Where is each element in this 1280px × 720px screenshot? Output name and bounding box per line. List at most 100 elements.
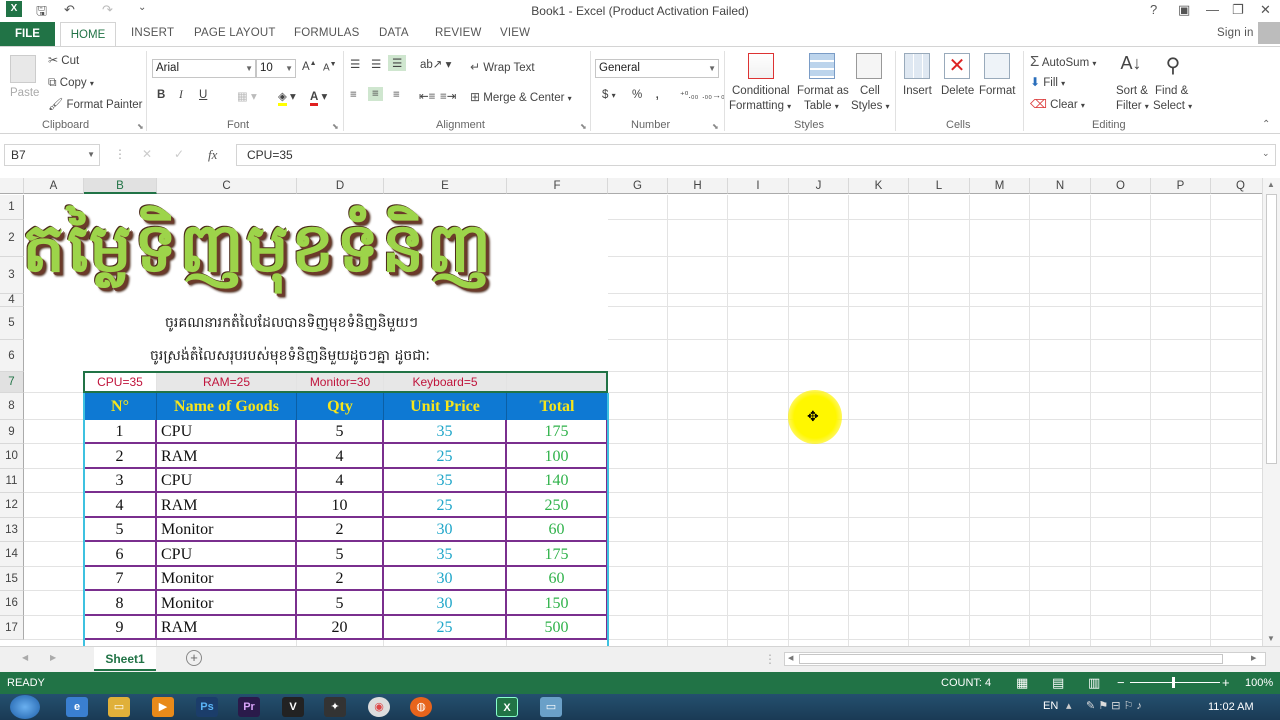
- collapse-ribbon-icon[interactable]: ⌃: [1262, 119, 1270, 130]
- formula-bar-handle-icon[interactable]: ⋮: [114, 147, 126, 161]
- column-header-q[interactable]: Q: [1211, 178, 1262, 194]
- tray-arrow-icon[interactable]: ▴: [1066, 699, 1072, 712]
- decrease-font-icon[interactable]: A▼: [323, 61, 337, 73]
- app-v-icon[interactable]: V: [282, 697, 304, 717]
- conditional-formatting-button-line2[interactable]: Formatting ▾: [729, 100, 791, 112]
- media-player-icon[interactable]: ▶: [152, 697, 174, 717]
- column-header-i[interactable]: I: [728, 178, 789, 194]
- chrome-icon[interactable]: ◉: [368, 697, 390, 717]
- sign-in-link[interactable]: Sign in: [1217, 27, 1254, 39]
- copy-button[interactable]: ⧉ Copy ▾: [48, 75, 94, 90]
- find-select-button[interactable]: Find &: [1155, 85, 1188, 97]
- row-header-8[interactable]: 8: [0, 393, 24, 420]
- font-size-select[interactable]: 10 ▼: [256, 59, 296, 78]
- comma-button[interactable]: ,: [655, 85, 659, 103]
- zoom-out-icon[interactable]: −: [1117, 675, 1125, 690]
- zoom-level[interactable]: 100%: [1245, 677, 1273, 689]
- font-name-select[interactable]: Arial ▼: [152, 59, 256, 78]
- cut-button[interactable]: ✂ Cut: [48, 53, 79, 67]
- tab-formulas[interactable]: FORMULAS: [294, 27, 360, 39]
- scroll-right-icon[interactable]: ▶: [1251, 654, 1256, 662]
- column-header-e[interactable]: E: [384, 178, 507, 194]
- insert-button[interactable]: Insert: [903, 85, 932, 97]
- tab-view[interactable]: VIEW: [500, 27, 530, 39]
- column-header-m[interactable]: M: [970, 178, 1030, 194]
- fill-color-icon[interactable]: ◈ ▾: [278, 89, 296, 106]
- sort-filter-button[interactable]: Sort &: [1116, 85, 1148, 97]
- row-header-3[interactable]: 3: [0, 257, 24, 294]
- zoom-slider-thumb[interactable]: [1172, 677, 1175, 688]
- column-header-l[interactable]: L: [909, 178, 970, 194]
- row-header-17[interactable]: 17: [0, 616, 24, 640]
- clear-button[interactable]: ⌫ Clear ▾: [1030, 97, 1085, 111]
- column-header-d[interactable]: D: [297, 178, 384, 194]
- horizontal-scrollbar[interactable]: ◀ ▶: [784, 652, 1266, 666]
- row-header-14[interactable]: 14: [0, 542, 24, 567]
- select-all-corner[interactable]: [0, 178, 24, 194]
- confirm-entry-icon[interactable]: ✓: [174, 147, 184, 161]
- scroll-up-icon[interactable]: ▲: [1267, 180, 1275, 189]
- photoshop-icon[interactable]: Ps: [196, 697, 218, 717]
- increase-decimal-icon[interactable]: ⁺⁰.₀₀: [680, 90, 698, 101]
- format-as-table-button[interactable]: Format as: [797, 85, 849, 97]
- format-as-table-button-line2[interactable]: Table ▾: [804, 100, 839, 112]
- next-sheet-icon[interactable]: ▶: [50, 653, 56, 662]
- row-header-1[interactable]: 1: [0, 195, 24, 220]
- row-header-9[interactable]: 9: [0, 420, 24, 444]
- user-avatar-icon[interactable]: [1258, 22, 1280, 44]
- tab-file[interactable]: FILE: [0, 22, 55, 46]
- column-header-c[interactable]: C: [157, 178, 297, 194]
- number-format-select[interactable]: General ▼: [595, 59, 719, 78]
- delete-button[interactable]: Delete: [941, 85, 974, 97]
- align-bottom-icon[interactable]: ☰: [388, 55, 407, 71]
- autosum-button[interactable]: Σ AutoSum ▾: [1030, 53, 1096, 70]
- format-button[interactable]: Format: [979, 85, 1015, 97]
- wrap-text-button[interactable]: ↵ Wrap Text: [470, 60, 535, 74]
- currency-button[interactable]: $ ▾: [602, 89, 616, 101]
- sort-filter-button-line2[interactable]: Filter ▾: [1116, 100, 1149, 112]
- align-left-icon[interactable]: ≡: [350, 89, 357, 101]
- zoom-in-icon[interactable]: +: [1222, 675, 1230, 690]
- paste-button[interactable]: Paste: [10, 87, 39, 99]
- column-header-n[interactable]: N: [1030, 178, 1091, 194]
- insert-function-button[interactable]: fx: [208, 147, 217, 163]
- close-button[interactable]: ✕: [1260, 2, 1271, 18]
- explorer-icon[interactable]: ▭: [108, 697, 130, 717]
- worksheet-grid[interactable]: A B C D E F G H I J K L M N O P Q 1 2 3 4 5 6 7 8 9 10 11 12 13 14 15 16…: [0, 178, 1262, 646]
- formula-input[interactable]: CPU=35: [236, 144, 1276, 166]
- row-header-4[interactable]: 4: [0, 294, 24, 307]
- column-header-j[interactable]: J: [789, 178, 849, 194]
- font-color-icon[interactable]: A ▾: [310, 89, 327, 106]
- page-layout-view-icon[interactable]: ▤: [1052, 675, 1064, 691]
- align-top-icon[interactable]: ☰: [350, 57, 360, 71]
- alignment-launcher-icon[interactable]: ⬊: [580, 122, 587, 131]
- tab-data[interactable]: DATA: [379, 27, 409, 39]
- column-header-h[interactable]: H: [668, 178, 728, 194]
- scroll-left-icon[interactable]: ◀: [788, 654, 793, 662]
- vertical-scrollbar[interactable]: ▲ ▼: [1262, 178, 1280, 646]
- cell-styles-button-line2[interactable]: Styles ▾: [851, 100, 890, 112]
- premiere-icon[interactable]: Pr: [238, 697, 260, 717]
- tab-insert[interactable]: INSERT: [131, 27, 174, 39]
- row-header-5[interactable]: 5: [0, 307, 24, 340]
- column-header-a[interactable]: A: [24, 178, 84, 194]
- align-middle-icon[interactable]: ☰: [371, 57, 381, 71]
- tab-home[interactable]: HOME: [60, 22, 116, 47]
- align-right-icon[interactable]: ≡: [393, 89, 400, 101]
- tab-review[interactable]: REVIEW: [435, 27, 482, 39]
- ie-icon[interactable]: e: [66, 697, 88, 717]
- normal-view-icon[interactable]: ▦: [1016, 675, 1028, 691]
- language-indicator[interactable]: EN: [1043, 700, 1058, 712]
- row-header-6[interactable]: 6: [0, 340, 24, 372]
- paste-icon[interactable]: [10, 55, 36, 83]
- window-icon[interactable]: ▭: [540, 697, 562, 717]
- tray-icons[interactable]: ✎ ⚑ ⊟ ⚐ ♪: [1086, 699, 1142, 712]
- column-header-g[interactable]: G: [608, 178, 668, 194]
- row-header-10[interactable]: 10: [0, 444, 24, 469]
- font-launcher-icon[interactable]: ⬊: [332, 122, 339, 131]
- new-sheet-button[interactable]: +: [186, 650, 202, 666]
- increase-indent-icon[interactable]: ≡⇥: [440, 89, 456, 103]
- tab-splitter-icon[interactable]: ⋮: [764, 652, 776, 666]
- row-header-13[interactable]: 13: [0, 518, 24, 542]
- align-center-icon[interactable]: ≡: [368, 87, 383, 101]
